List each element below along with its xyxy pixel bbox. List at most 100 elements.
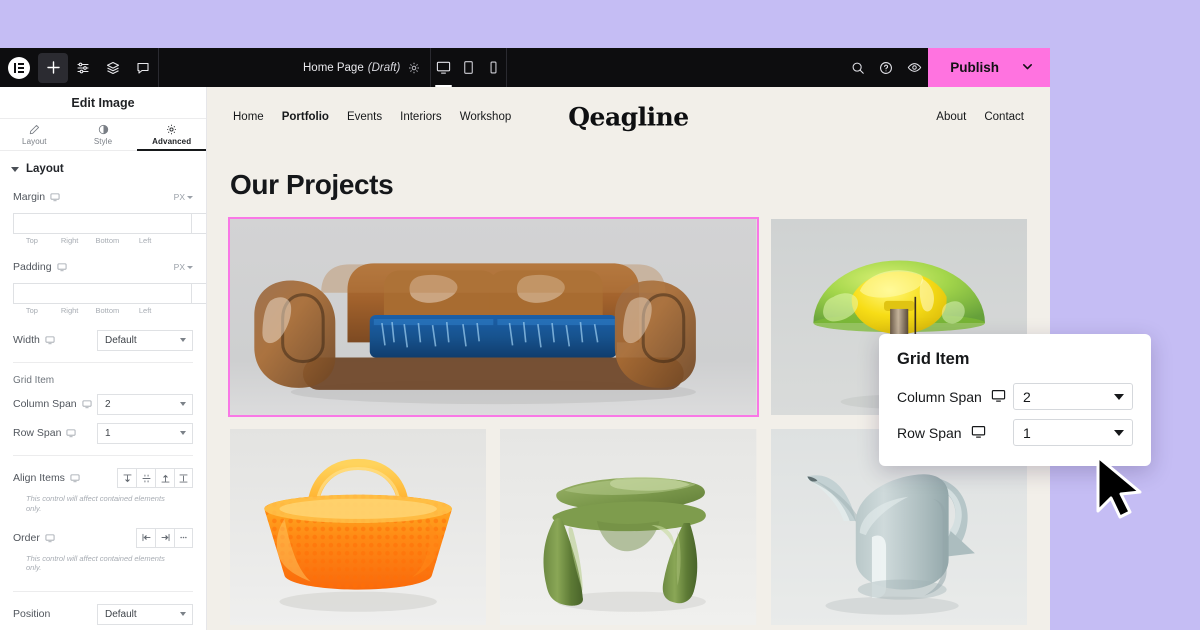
align-center-icon[interactable] bbox=[136, 468, 155, 488]
position-select[interactable]: Default bbox=[97, 603, 193, 625]
width-select[interactable]: Default bbox=[97, 329, 193, 351]
topbar-left-group bbox=[0, 48, 158, 87]
device-desktop-button[interactable] bbox=[431, 48, 456, 87]
margin-inputs bbox=[13, 213, 206, 234]
control-margin: Margin PX Top Right Bottom Left bbox=[0, 185, 206, 245]
add-element-button[interactable] bbox=[38, 52, 68, 83]
row-span-value: 1 bbox=[105, 427, 111, 439]
margin-label-spacer bbox=[164, 236, 193, 245]
chevron-down-icon bbox=[11, 166, 19, 172]
section-layout-header[interactable]: Layout bbox=[0, 151, 206, 185]
padding-inputs bbox=[13, 283, 206, 304]
chevron-down-icon bbox=[1114, 393, 1124, 400]
callout-column-span-label: Column Span bbox=[897, 388, 982, 405]
section-layout-label: Layout bbox=[26, 163, 64, 175]
order-note: This control will affect contained eleme… bbox=[26, 553, 165, 573]
row-span-select[interactable]: 1 bbox=[97, 422, 193, 444]
nav-link-contact[interactable]: Contact bbox=[984, 111, 1024, 123]
chevron-down-icon[interactable] bbox=[1021, 60, 1034, 76]
structure-layers-button[interactable] bbox=[98, 53, 128, 83]
callout-row-span-value: 1 bbox=[1023, 424, 1031, 441]
padding-unit-selector[interactable]: PX bbox=[174, 262, 193, 272]
margin-side-labels: Top Right Bottom Left bbox=[13, 236, 193, 245]
nav-link-home[interactable]: Home bbox=[233, 111, 264, 123]
grid-item-basket[interactable] bbox=[230, 429, 487, 625]
tab-style-label: Style bbox=[93, 136, 113, 146]
site-settings-button[interactable] bbox=[68, 53, 98, 83]
tab-advanced[interactable]: Advanced bbox=[137, 119, 206, 151]
order-label: Order bbox=[13, 531, 40, 544]
gear-icon[interactable] bbox=[408, 62, 420, 74]
align-items-options bbox=[117, 468, 193, 488]
site-header: Home Portfolio Events Interiors Workshop… bbox=[207, 87, 1050, 147]
control-padding: Padding PX Top Right Bottom Left bbox=[0, 255, 206, 315]
column-span-value: 2 bbox=[105, 398, 111, 410]
primary-nav-right: About Contact bbox=[936, 111, 1024, 123]
control-row-span: Row Span 1 bbox=[0, 421, 206, 445]
nav-link-events[interactable]: Events bbox=[347, 111, 382, 123]
desktop-icon[interactable] bbox=[57, 262, 67, 272]
align-end-icon[interactable] bbox=[155, 468, 174, 488]
padding-label: Padding bbox=[13, 261, 52, 273]
eye-icon[interactable] bbox=[900, 53, 928, 83]
callout-row-column-span: Column Span 2 bbox=[897, 383, 1133, 410]
align-items-note: This control will affect contained eleme… bbox=[26, 494, 165, 513]
desktop-icon[interactable] bbox=[45, 335, 55, 345]
publish-button[interactable]: Publish bbox=[928, 48, 1050, 87]
document-title[interactable]: Home Page (Draft) bbox=[289, 62, 430, 74]
grid-item-callout: Grid Item Column Span 2 Row Span 1 bbox=[879, 334, 1151, 466]
callout-column-span-select[interactable]: 2 bbox=[1013, 383, 1133, 410]
desktop-icon[interactable] bbox=[50, 192, 60, 202]
desktop-icon[interactable] bbox=[70, 473, 80, 483]
margin-label-right: Right bbox=[60, 236, 79, 245]
nav-link-about[interactable]: About bbox=[936, 111, 966, 123]
column-span-label: Column Span bbox=[13, 398, 77, 410]
margin-label-top: Top bbox=[25, 236, 38, 245]
padding-right-input[interactable] bbox=[191, 283, 206, 304]
grid-item-stool[interactable] bbox=[500, 429, 757, 625]
panel-divider-2 bbox=[13, 455, 193, 456]
margin-unit-selector[interactable]: PX bbox=[174, 192, 193, 202]
site-logo[interactable]: Qeagline bbox=[568, 103, 689, 132]
topbar-divider-left bbox=[158, 48, 159, 87]
nav-link-portfolio[interactable]: Portfolio bbox=[282, 111, 329, 123]
nav-link-interiors[interactable]: Interiors bbox=[400, 111, 442, 123]
grid-item-sofa[interactable] bbox=[228, 217, 759, 417]
padding-top-input[interactable] bbox=[13, 283, 191, 304]
elementor-logo-icon[interactable] bbox=[8, 56, 30, 79]
align-start-icon[interactable] bbox=[117, 468, 136, 488]
desktop-icon[interactable] bbox=[971, 424, 986, 442]
margin-label-bottom: Bottom bbox=[95, 236, 120, 245]
editor-page: Home Page (Draft) Publish Edit Image Lay… bbox=[0, 0, 1200, 630]
order-first-icon[interactable] bbox=[136, 527, 155, 548]
order-last-icon[interactable] bbox=[155, 527, 174, 548]
help-circle-icon[interactable] bbox=[872, 53, 900, 83]
column-span-select[interactable]: 2 bbox=[97, 393, 193, 415]
desktop-icon[interactable] bbox=[66, 428, 76, 438]
control-width: Width Default bbox=[0, 328, 206, 352]
chevron-down-icon bbox=[180, 338, 186, 342]
margin-right-input[interactable] bbox=[191, 213, 206, 234]
align-stretch-icon[interactable] bbox=[174, 468, 193, 488]
device-mobile-button[interactable] bbox=[481, 48, 506, 87]
order-custom-icon[interactable] bbox=[174, 527, 193, 548]
device-tablet-button[interactable] bbox=[456, 48, 481, 87]
padding-label-bottom: Bottom bbox=[95, 306, 120, 315]
desktop-icon[interactable] bbox=[82, 399, 92, 409]
tab-layout[interactable]: Layout bbox=[0, 119, 69, 150]
width-value: Default bbox=[105, 334, 137, 346]
tab-style[interactable]: Style bbox=[69, 119, 138, 150]
margin-label: Margin bbox=[13, 191, 46, 203]
nav-link-workshop[interactable]: Workshop bbox=[460, 111, 512, 123]
margin-top-input[interactable] bbox=[13, 213, 191, 234]
control-align-items: Align Items This control will affect con… bbox=[0, 466, 206, 522]
align-items-label: Align Items bbox=[13, 472, 65, 484]
panel-tabs: Layout Style Advanced bbox=[0, 119, 206, 151]
search-icon[interactable] bbox=[844, 53, 872, 83]
comments-button[interactable] bbox=[128, 53, 158, 83]
callout-column-span-value: 2 bbox=[1023, 388, 1031, 405]
desktop-icon[interactable] bbox=[991, 388, 1006, 406]
desktop-icon[interactable] bbox=[45, 533, 55, 543]
callout-row-span-select[interactable]: 1 bbox=[1013, 419, 1133, 446]
padding-label-right: Right bbox=[60, 306, 79, 315]
